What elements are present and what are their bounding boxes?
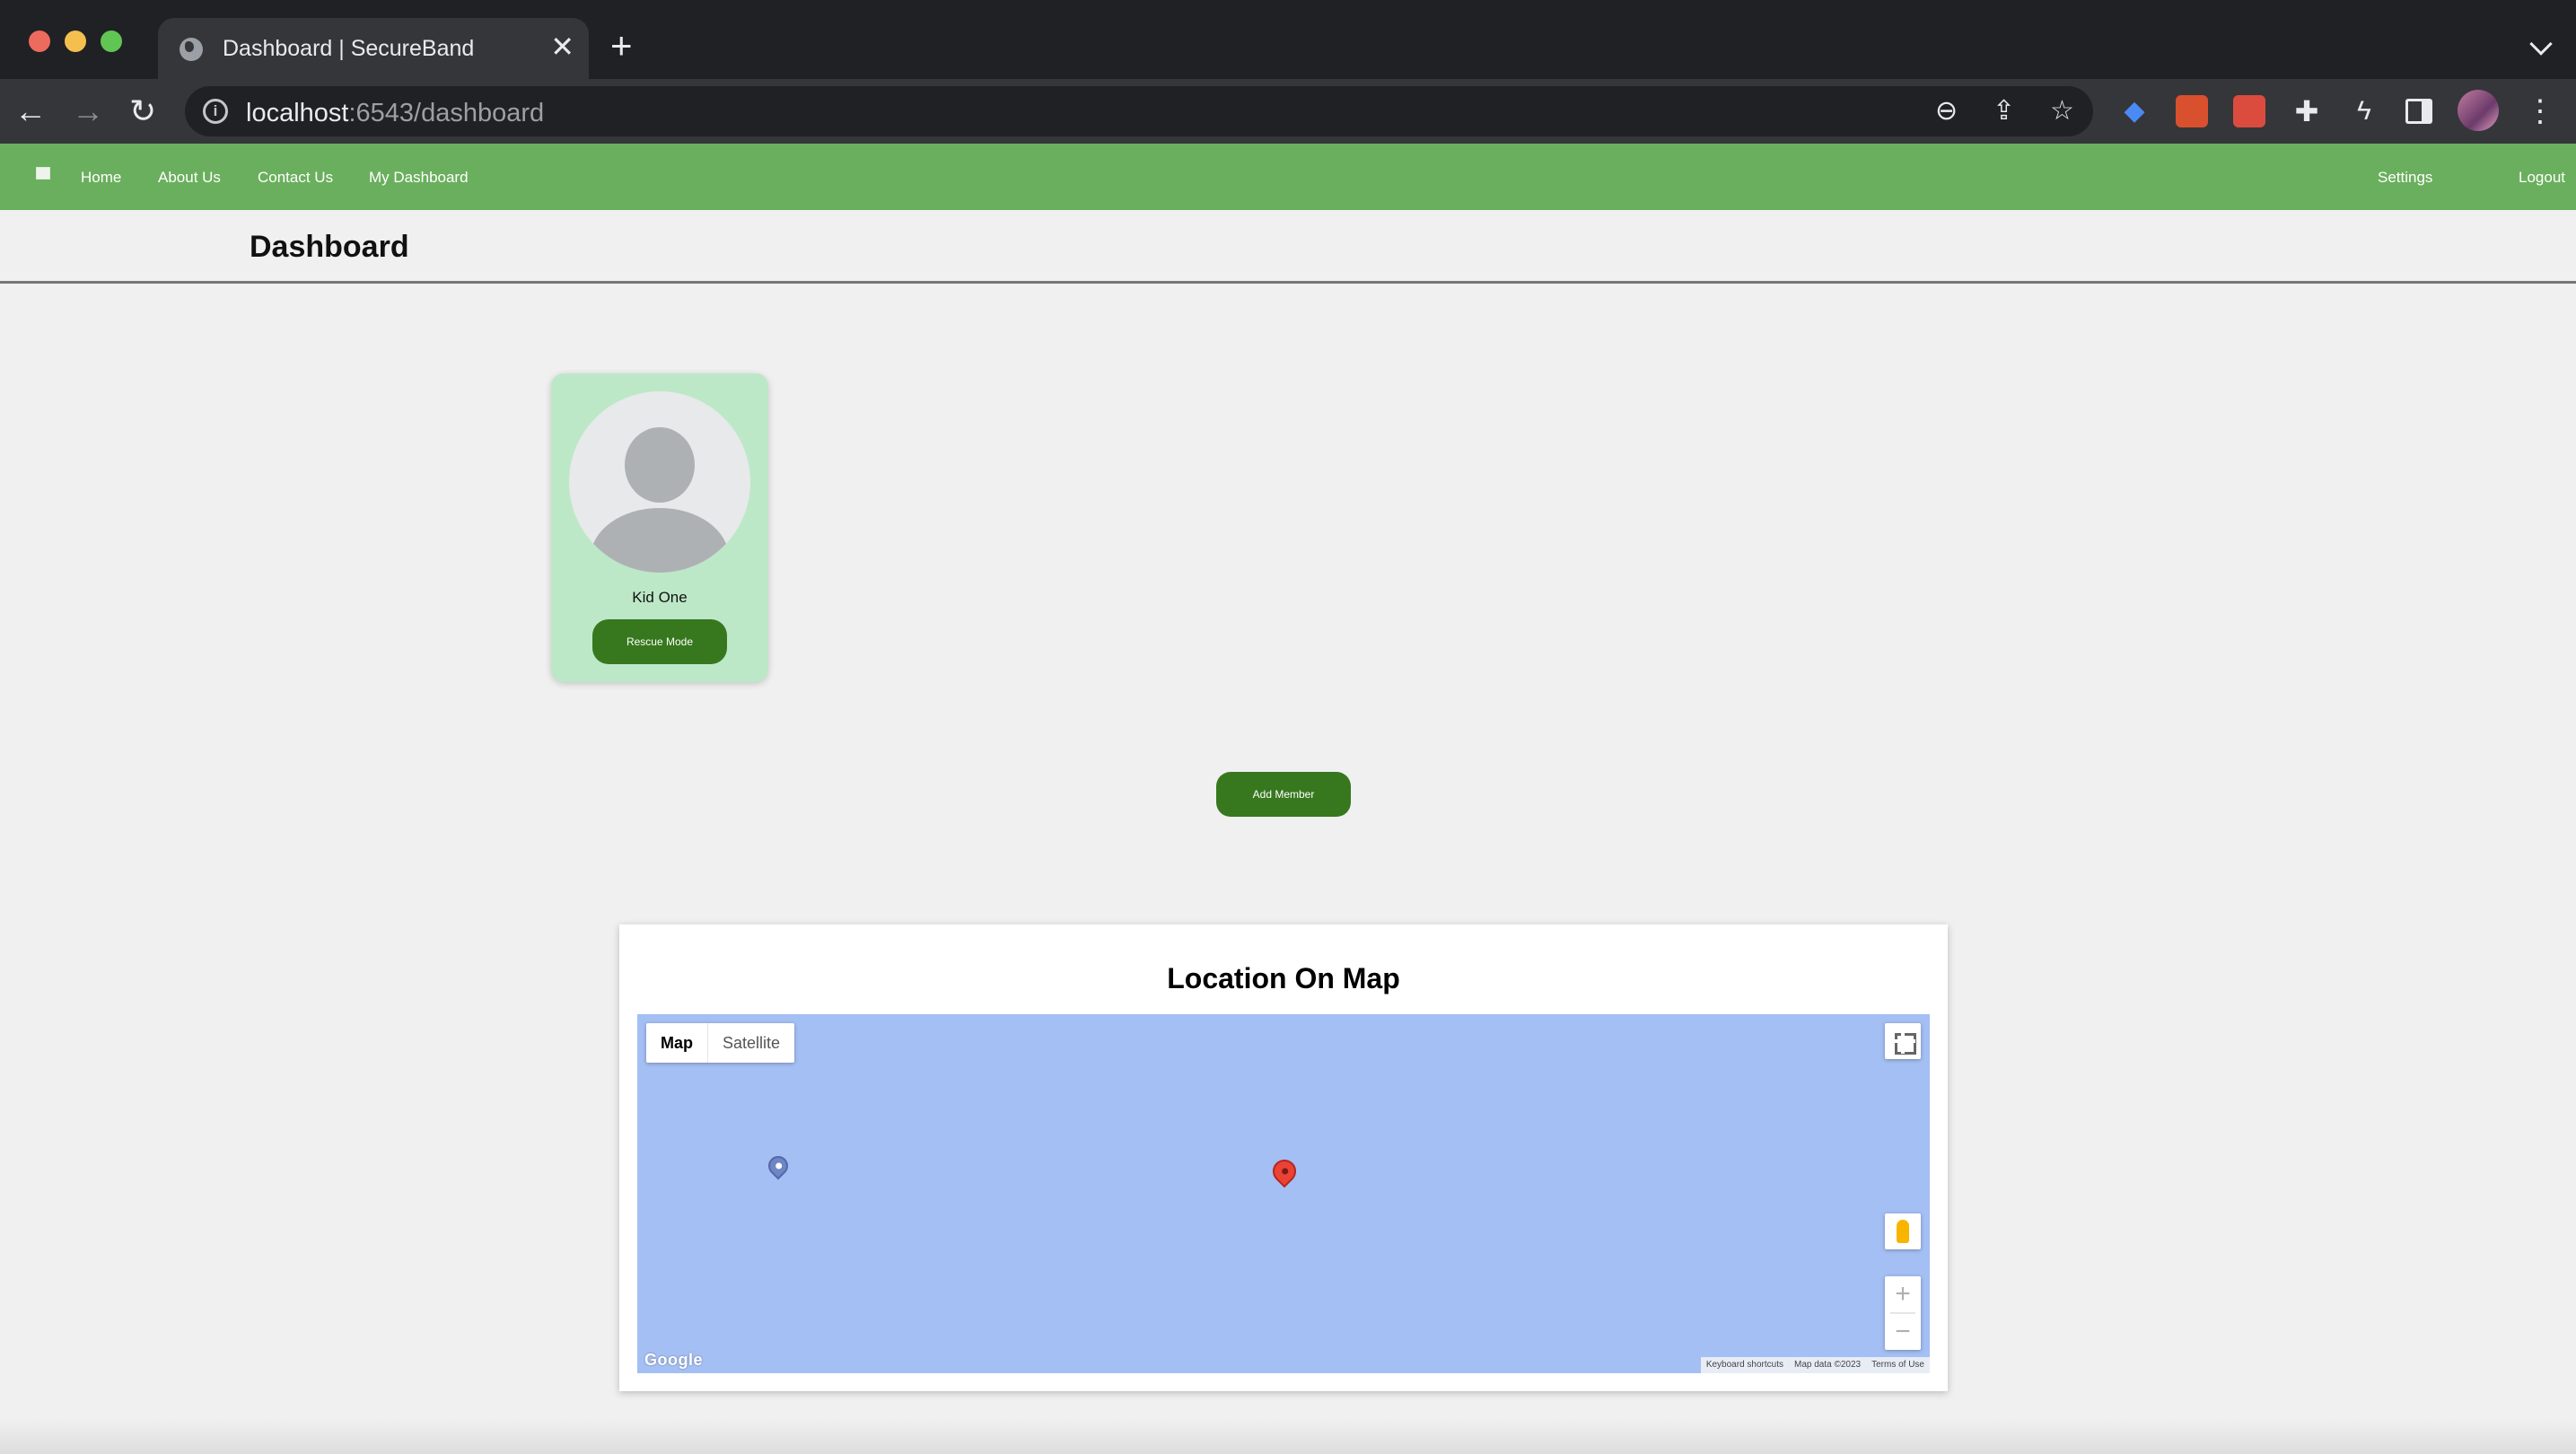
nav-link-logout[interactable]: Logout xyxy=(2519,169,2565,187)
add-member-button[interactable]: Add Member xyxy=(1216,772,1351,817)
nav-link-contact[interactable]: Contact Us xyxy=(258,169,333,187)
google-logo[interactable]: Google xyxy=(644,1351,703,1370)
window-bottom-shadow xyxy=(0,1418,2576,1454)
location-marker-icon[interactable] xyxy=(1267,1154,1301,1188)
site-logo-image[interactable] xyxy=(36,167,50,180)
address-bar[interactable]: i localhost:6543/dashboard ⊖ ⇪ ☆ xyxy=(185,86,2093,136)
zoom-out-icon[interactable]: ⊖ xyxy=(1935,97,1958,126)
window-maximize-button[interactable] xyxy=(101,31,122,52)
zoom-in-button[interactable]: + xyxy=(1885,1276,1921,1312)
pegman-figure xyxy=(1897,1220,1909,1243)
street-view-pegman-icon[interactable] xyxy=(1885,1213,1921,1249)
map-card: Location On Map Map Satellite + − Google… xyxy=(619,924,1948,1391)
avatar-head-shape xyxy=(625,427,695,503)
browser-tab-active[interactable]: Dashboard | SecureBand ✕ xyxy=(158,18,589,79)
info-icon[interactable]: i xyxy=(203,99,228,124)
page-viewport: Home About Us Contact Us My Dashboard Se… xyxy=(0,144,2576,1454)
share-icon[interactable]: ⇪ xyxy=(1993,97,2015,126)
profile-avatar[interactable] xyxy=(2458,90,2499,131)
map-data-text: Map data ©2023 xyxy=(1794,1360,1862,1370)
map-attribution: Keyboard shortcuts Map data ©2023 Terms … xyxy=(1700,1357,1930,1373)
poi-marker-icon[interactable] xyxy=(764,1152,793,1180)
tab-close-icon[interactable]: ✕ xyxy=(550,32,574,61)
fullscreen-icon[interactable] xyxy=(1885,1023,1921,1059)
map-type-map-button[interactable]: Map xyxy=(646,1023,708,1063)
extensions-puzzle-icon[interactable]: ✚ xyxy=(2291,95,2323,127)
nav-link-about[interactable]: About Us xyxy=(158,169,221,187)
bookmark-star-icon[interactable]: ☆ xyxy=(2050,97,2074,126)
site-navbar: Home About Us Contact Us My Dashboard Se… xyxy=(0,144,2576,210)
back-arrow-icon[interactable]: ← xyxy=(14,95,47,127)
forward-arrow-icon[interactable]: → xyxy=(72,95,104,127)
terms-of-use-link[interactable]: Terms of Use xyxy=(1866,1357,1930,1373)
member-card: Kid One Rescue Mode xyxy=(551,373,768,682)
chevron-down-icon[interactable] xyxy=(2529,32,2553,56)
gem-extension-icon[interactable]: ◆ xyxy=(2118,95,2151,127)
member-name: Kid One xyxy=(632,589,688,606)
extension-icon[interactable] xyxy=(2176,95,2208,127)
fullscreen-icon-gap xyxy=(1890,1039,1915,1043)
page-title: Dashboard xyxy=(250,230,409,264)
zoom-control: + − xyxy=(1885,1276,1921,1350)
map-title: Location On Map xyxy=(1167,962,1400,994)
new-tab-button[interactable]: + xyxy=(610,27,633,65)
window-minimize-button[interactable] xyxy=(65,31,86,52)
bolt-extension-icon[interactable]: ϟ xyxy=(2348,95,2380,127)
browser-toolbar: ← → ↻ i localhost:6543/dashboard ⊖ ⇪ ☆ ◆… xyxy=(0,79,2576,144)
rescue-mode-button[interactable]: Rescue Mode xyxy=(592,619,727,664)
nav-link-home[interactable]: Home xyxy=(81,169,121,187)
tab-title: Dashboard | SecureBand xyxy=(223,36,475,61)
zoom-out-button[interactable]: − xyxy=(1885,1314,1921,1350)
browser-tab-bar: Dashboard | SecureBand ✕ + xyxy=(0,0,2576,79)
google-map[interactable]: Map Satellite + − Google Keyboard shortc… xyxy=(637,1014,1930,1373)
url-host: localhost xyxy=(246,99,349,127)
window-close-button[interactable] xyxy=(29,31,50,52)
side-panel-icon[interactable] xyxy=(2405,99,2432,124)
map-type-satellite-button[interactable]: Satellite xyxy=(708,1023,794,1063)
map-type-control: Map Satellite xyxy=(646,1023,795,1063)
globe-icon xyxy=(180,38,203,61)
dashboard-header: Dashboard xyxy=(0,210,2576,284)
url-text[interactable]: localhost:6543/dashboard xyxy=(246,99,544,128)
reload-icon[interactable]: ↻ xyxy=(129,95,156,127)
nav-link-dashboard[interactable]: My Dashboard xyxy=(369,169,469,187)
keyboard-shortcuts-link[interactable]: Keyboard shortcuts xyxy=(1701,1357,1789,1373)
url-path: :6543/dashboard xyxy=(348,99,545,127)
kebab-menu-icon[interactable]: ⋮ xyxy=(2524,95,2556,127)
avatar-body-shape xyxy=(591,508,729,573)
todoist-extension-icon[interactable] xyxy=(2233,95,2265,127)
nav-link-settings[interactable]: Settings xyxy=(2378,169,2432,187)
member-avatar xyxy=(569,391,750,573)
